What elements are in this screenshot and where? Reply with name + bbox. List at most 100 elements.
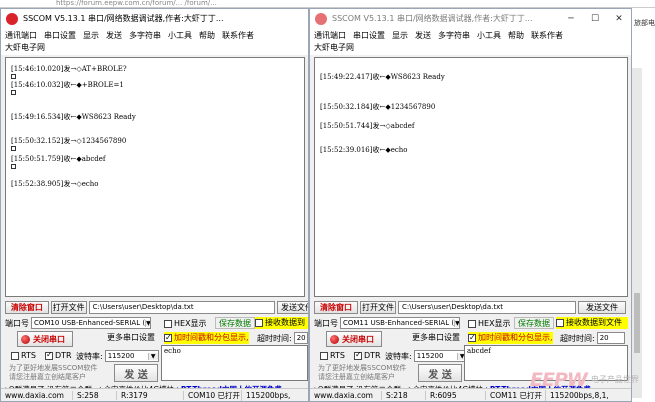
empty-box-glyph: [11, 74, 16, 79]
send-button[interactable]: 发 送: [418, 364, 462, 382]
save-data-button[interactable]: 保存数据: [514, 317, 554, 329]
menu-item-comm-port[interactable]: 通讯端口: [314, 30, 346, 41]
menu-item-tools[interactable]: 小工具: [477, 30, 501, 41]
save-data-button[interactable]: 保存数据: [215, 317, 255, 329]
receive-to-file-checkbox[interactable]: [556, 318, 564, 327]
close-port-button[interactable]: 关闭串口: [17, 331, 73, 347]
log-line: [15:46:10.020]发→◇AT+BROLE?: [11, 65, 127, 73]
baud-value: 115200: [416, 352, 444, 360]
send-file-button[interactable]: 发送文件: [578, 300, 626, 314]
port-select[interactable]: COM10 USB-Enhanced-SERIAL ( ▼: [31, 317, 151, 329]
watermark-subtitle: 电子产品世界: [590, 375, 639, 384]
baud-select[interactable]: 115200 ▼: [413, 350, 468, 362]
receive-to-file-option[interactable]: 接收数据到文件: [556, 317, 628, 329]
file-path-input[interactable]: C:\Users\user\Desktop\da.txt: [398, 300, 576, 314]
close-icon[interactable]: ✕: [607, 14, 631, 24]
rts-checkbox[interactable]: [11, 351, 19, 360]
menu-item-contact[interactable]: 联系作者: [222, 30, 254, 41]
baud-select[interactable]: 115200 ▼: [104, 350, 159, 362]
log-line: [15:50:51.759]收←◆abcdef: [11, 155, 106, 163]
rts-option[interactable]: RTS: [320, 351, 345, 360]
rts-option[interactable]: RTS: [11, 351, 36, 360]
receive-to-file-label: 接收数据到文件: [566, 318, 622, 327]
port-row: 端口号 COM11 USB-Enhanced-SERIAL ( ▼: [314, 317, 460, 329]
maximize-icon[interactable]: ☐: [583, 14, 607, 24]
dropdown-arrow-icon[interactable]: ▼: [147, 352, 158, 360]
menu-item-multi-string[interactable]: 多字符串: [129, 30, 161, 41]
send-text-area[interactable]: echo: [161, 345, 308, 381]
receive-to-file-option[interactable]: 接收数据到: [255, 317, 308, 329]
empty-box-glyph: [11, 164, 16, 169]
more-settings-button[interactable]: 更多串口设置: [412, 332, 460, 343]
more-settings-button[interactable]: 更多串口设置: [107, 332, 155, 343]
hex-display-option[interactable]: HEX显示: [468, 318, 511, 329]
watermark-logo: EEPW: [530, 369, 588, 391]
menu-item-serial-settings[interactable]: 串口设置: [353, 30, 385, 41]
close-port-button[interactable]: 关闭串口: [326, 331, 382, 347]
clear-window-button[interactable]: 清除窗口: [314, 300, 358, 314]
dtr-checkbox[interactable]: [45, 350, 53, 360]
menu-item-display[interactable]: 显示: [83, 30, 99, 41]
menu-item-help[interactable]: 帮助: [199, 30, 215, 41]
send-file-button[interactable]: 发送文件: [277, 300, 308, 314]
dropdown-arrow-icon[interactable]: ▼: [454, 319, 459, 327]
timeout-input[interactable]: 20: [293, 332, 308, 344]
menu-item-display[interactable]: 显示: [392, 30, 408, 41]
menu-item-daxia[interactable]: 大虾电子网: [310, 42, 631, 55]
timeout-input[interactable]: 20: [596, 332, 625, 344]
minimize-icon[interactable]: ─: [559, 14, 583, 24]
clear-window-button[interactable]: 清除窗口: [5, 300, 49, 314]
dtr-option[interactable]: DTR: [354, 350, 381, 360]
menu-item-daxia[interactable]: 大虾电子网: [1, 42, 308, 55]
promo-line: 请您注册嘉立创结尾客户: [318, 373, 395, 381]
dtr-option[interactable]: DTR: [45, 350, 72, 360]
hex-display-checkbox[interactable]: [468, 319, 476, 328]
timeout-label: 超时时间:: [257, 333, 292, 343]
menu-item-serial-settings[interactable]: 串口设置: [44, 30, 76, 41]
file-path-input[interactable]: C:\Users\user\Desktop\da.txt: [88, 300, 275, 314]
timestamp-option[interactable]: 加时间戳和分包显示,: [164, 332, 249, 344]
port-row: 端口号 COM10 USB-Enhanced-SERIAL ( ▼: [5, 317, 151, 329]
baud-label: 波特率:: [76, 351, 103, 361]
dtr-checkbox[interactable]: [354, 350, 362, 360]
status-website[interactable]: www.daxia.com: [310, 390, 382, 400]
receive-area[interactable]: [15:46:10.020]发→◇AT+BROLE? [15:46:10.032…: [5, 57, 305, 297]
hex-display-label: HEX显示: [174, 319, 207, 328]
scrollbar-thumb[interactable]: [634, 293, 640, 353]
status-sent-count: S:218: [382, 390, 426, 400]
hex-display-checkbox[interactable]: [164, 319, 172, 328]
log-line: [15:46:10.032]收←◆+BROLE=1: [11, 81, 124, 89]
timestamp-option[interactable]: 加时间戳和分包显示,: [468, 332, 553, 344]
receive-to-file-checkbox[interactable]: [255, 318, 263, 327]
timeout-value: 20: [296, 334, 306, 342]
timestamp-checkbox[interactable]: [468, 332, 476, 343]
log-line: [15:50:32.152]发→◇1234567890: [11, 137, 127, 145]
open-file-button[interactable]: 打开文件: [50, 300, 87, 314]
send-button[interactable]: 发 送: [114, 364, 158, 382]
rts-label: RTS: [330, 351, 345, 360]
close-port-label: 关闭串口: [33, 334, 65, 344]
menu-item-contact[interactable]: 联系作者: [531, 30, 563, 41]
port-label: 端口号: [5, 318, 29, 328]
menu-item-help[interactable]: 帮助: [508, 30, 524, 41]
receive-to-file-label: 接收数据到: [265, 318, 305, 327]
menu-item-send[interactable]: 发送: [415, 30, 431, 41]
menu-item-multi-string[interactable]: 多字符串: [438, 30, 470, 41]
hex-display-option[interactable]: HEX显示: [164, 318, 207, 329]
menu-item-send[interactable]: 发送: [106, 30, 122, 41]
port-select[interactable]: COM11 USB-Enhanced-SERIAL ( ▼: [340, 317, 460, 329]
status-website[interactable]: www.daxia.com: [1, 390, 73, 400]
log-line: [15:50:51.744]发→◇abcdef: [320, 122, 415, 130]
rts-checkbox[interactable]: [320, 351, 328, 360]
receive-area[interactable]: [15:49:22.417]收←◆WS8623 Ready [15:50:32.…: [314, 57, 628, 297]
background-scrollbar[interactable]: [632, 68, 642, 398]
sscom-app-icon: [315, 12, 327, 25]
dropdown-arrow-icon[interactable]: ▼: [145, 319, 150, 327]
browser-url-strip: https://forum.eepw.com.cn/forum/... /for…: [0, 0, 655, 8]
open-file-button[interactable]: 打开文件: [360, 300, 396, 314]
baud-value: 115200: [107, 352, 135, 360]
timestamp-checkbox[interactable]: [164, 332, 172, 343]
menu-item-comm-port[interactable]: 通讯端口: [5, 30, 37, 41]
window-controls: ─ ☐ ✕: [559, 9, 631, 28]
menu-item-tools[interactable]: 小工具: [168, 30, 192, 41]
